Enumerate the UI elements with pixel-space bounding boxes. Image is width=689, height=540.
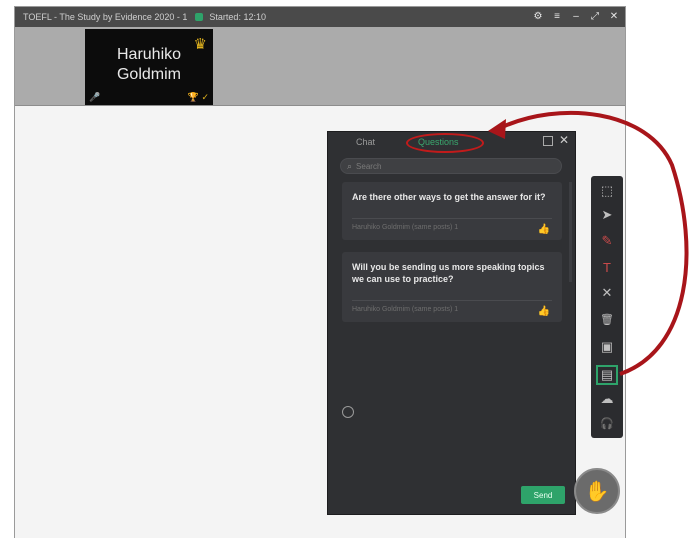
image-icon[interactable]: ▣ [595, 336, 619, 358]
tab-chat[interactable]: Chat [356, 137, 375, 147]
question-meta: Haruhiko Goldmim (same posts) 1 [352, 306, 459, 313]
send-button[interactable]: Send [521, 486, 565, 504]
text-icon[interactable]: T [595, 256, 619, 278]
settings-icon[interactable]: ⚙ [533, 12, 543, 22]
started-time: Started: 12:10 [209, 12, 266, 22]
divider [352, 300, 552, 301]
thumbs-up-icon[interactable]: 👍 [538, 224, 550, 236]
pointer-icon[interactable]: ➤ [595, 204, 619, 226]
maximize-icon[interactable]: ⤢ [590, 12, 600, 22]
question-text: Will you be sending us more speaking top… [352, 262, 545, 284]
window-title: TOEFL - The Study by Evidence 2020 - 1 [23, 12, 188, 22]
emoji-icon[interactable] [342, 406, 354, 418]
search-icon: ⌕ [347, 160, 353, 171]
highlight-circle [406, 133, 484, 153]
microphone-icon: 🎤 [89, 92, 101, 102]
popout-icon[interactable] [543, 136, 553, 146]
eraser-icon[interactable]: ✕ [595, 282, 619, 304]
annotation-toolbar: ⬚ ➤ ✎ T ✕ 🗑 ▣ ▤ ☁ 🎧 [591, 176, 623, 438]
question-item[interactable]: Are there other ways to get the answer f… [342, 182, 562, 240]
menu-icon[interactable]: ≡ [552, 12, 562, 22]
crown-icon: ♛ [193, 36, 207, 53]
close-icon[interactable]: ✕ [559, 133, 569, 147]
pen-icon[interactable]: ✎ [595, 230, 619, 252]
cloud-icon[interactable]: ☁ [595, 388, 619, 410]
trash-icon[interactable]: 🗑 [595, 308, 619, 330]
title-bar: TOEFL - The Study by Evidence 2020 - 1 S… [15, 7, 625, 27]
status-icons: 🏆 ✓ [187, 92, 209, 102]
questions-panel: Chat Questions ✕ ⌕ Search Are there othe… [327, 131, 576, 515]
close-icon[interactable]: ✕ [609, 12, 619, 22]
question-meta: Haruhiko Goldmim (same posts) 1 [352, 224, 459, 231]
scrollbar[interactable] [569, 182, 572, 282]
search-placeholder: Search [356, 161, 382, 171]
window-controls: ⚙ ≡ – ⤢ ✕ [533, 7, 619, 27]
search-input[interactable]: ⌕ Search [340, 158, 562, 174]
question-text: Are there other ways to get the answer f… [352, 192, 546, 202]
chat-panel-icon[interactable]: ▤ [595, 364, 619, 386]
raise-hand-icon[interactable]: ✋ [574, 468, 620, 514]
participant-filmstrip: Haruhiko Goldmim ♛ 🎤 🏆 ✓ [15, 27, 625, 106]
recording-indicator [195, 13, 204, 21]
participant-tile[interactable]: Haruhiko Goldmim ♛ 🎤 🏆 ✓ [85, 29, 213, 105]
thumbs-up-icon[interactable]: 👍 [538, 306, 550, 318]
select-area-icon[interactable]: ⬚ [595, 180, 619, 202]
minimize-icon[interactable]: – [571, 12, 581, 22]
panel-tabs: Chat Questions ✕ [328, 132, 575, 153]
divider [352, 218, 552, 219]
headset-icon[interactable]: 🎧 [595, 412, 619, 434]
question-item[interactable]: Will you be sending us more speaking top… [342, 252, 562, 322]
